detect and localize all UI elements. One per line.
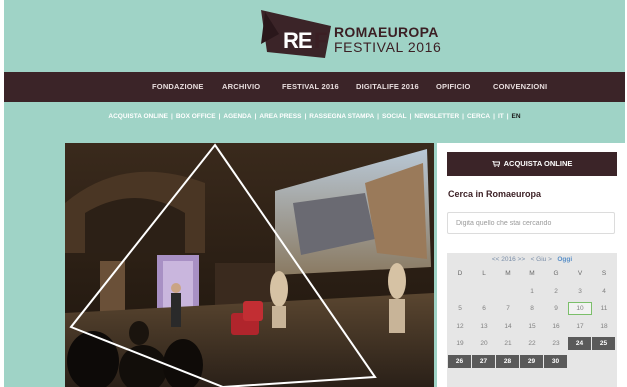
subnav-separator: | <box>462 113 464 120</box>
subnav-separator: | <box>304 113 307 120</box>
calendar-empty-cell <box>448 285 472 298</box>
calendar-prev-year[interactable]: << <box>492 256 500 263</box>
subnav-agenda[interactable]: AGENDA <box>223 113 251 120</box>
calendar-day[interactable]: 15 <box>520 320 544 333</box>
nav-item-digitalife-2016[interactable]: DIGITALIFE 2016 <box>356 82 419 91</box>
calendar-day[interactable]: 22 <box>520 337 544 350</box>
nav-item-fondazione[interactable]: FONDAZIONE <box>152 82 204 91</box>
calendar-prev-month[interactable]: < <box>531 256 535 263</box>
calendar-next-year[interactable]: >> <box>518 256 526 263</box>
language-it[interactable]: IT <box>498 113 504 120</box>
calendar-day[interactable]: 12 <box>448 320 472 333</box>
calendar-day[interactable]: 16 <box>544 320 568 333</box>
page: RE F ROMAEUROPA FESTIVAL 2016 FONDAZIONE… <box>4 0 625 387</box>
buy-online-button[interactable]: ACQUISTA ONLINE <box>447 152 617 176</box>
nav-item-archivio[interactable]: ARCHIVIO <box>222 82 260 91</box>
subnav-separator: | <box>493 113 495 120</box>
calendar: << 2016 >> < Giu > Oggi DLMMGVS123456789… <box>447 253 617 387</box>
calendar-day[interactable]: 27 <box>472 355 496 368</box>
search-title: Cerca in Romaeuropa <box>448 189 542 199</box>
calendar-day[interactable]: 7 <box>496 302 520 315</box>
subnav-rassegna-stampa[interactable]: RASSEGNA STAMPA <box>309 113 374 120</box>
calendar-day[interactable]: 18 <box>592 320 616 333</box>
calendar-header: << 2016 >> < Giu > Oggi <box>447 253 617 266</box>
calendar-day[interactable]: 23 <box>544 337 568 350</box>
calendar-day[interactable]: 25 <box>592 337 616 351</box>
calendar-day[interactable]: 2 <box>544 285 568 298</box>
calendar-day[interactable]: 14 <box>496 320 520 333</box>
calendar-today-link[interactable]: Oggi <box>557 256 572 263</box>
nav-item-convenzioni[interactable]: CONVENZIONI <box>493 82 547 91</box>
calendar-day[interactable]: 29 <box>520 355 544 368</box>
sidebar: ACQUISTA ONLINE Cerca in Romaeuropa << 2… <box>437 143 625 387</box>
subnav-separator: | <box>218 113 221 120</box>
calendar-day[interactable]: 26 <box>448 355 472 368</box>
calendar-day[interactable]: 8 <box>520 302 544 315</box>
calendar-weekday: M <box>529 270 535 277</box>
calendar-month: Giu <box>536 256 547 263</box>
subnav-area-press[interactable]: AREA PRESS <box>259 113 301 120</box>
calendar-year: 2016 <box>501 256 516 263</box>
calendar-day[interactable]: 20 <box>472 337 496 350</box>
calendar-week-row: 19 20 21 22 23 24 25 <box>447 337 617 351</box>
calendar-weekday: S <box>601 270 607 277</box>
logo-subtitle: FESTIVAL 2016 <box>334 39 442 55</box>
calendar-weekday: L <box>482 270 486 277</box>
calendar-weekday-row: DLMMGVS <box>447 267 617 280</box>
calendar-next-month[interactable]: > <box>548 256 552 263</box>
calendar-day[interactable]: 3 <box>568 285 592 298</box>
logo-name: ROMAEUROPA <box>334 24 439 40</box>
logo-mark-f: F <box>314 28 328 53</box>
calendar-day[interactable]: 10 <box>568 302 592 316</box>
hero-image[interactable] <box>65 143 434 387</box>
calendar-day[interactable]: 9 <box>544 302 568 315</box>
calendar-day[interactable]: 5 <box>448 302 472 315</box>
calendar-day[interactable]: 4 <box>592 285 616 298</box>
subnav-box-office[interactable]: BOX OFFICE <box>176 113 216 120</box>
logo-mark-re: RE <box>283 28 313 53</box>
subnav-newsletter[interactable]: NEWSLETTER <box>414 113 459 120</box>
main-nav: FONDAZIONE ARCHIVIO FESTIVAL 2016 DIGITA… <box>4 72 625 102</box>
subnav-acquista-online[interactable]: ACQUISTA ONLINE <box>108 113 168 120</box>
calendar-day[interactable]: 17 <box>568 320 592 333</box>
calendar-day[interactable]: 30 <box>544 355 568 368</box>
calendar-day[interactable]: 21 <box>496 337 520 350</box>
subnav-separator: | <box>171 113 173 120</box>
calendar-week-row: 5 6 7 8 9 10 11 <box>447 302 617 316</box>
calendar-weekday: D <box>457 270 463 277</box>
secondary-nav: ACQUISTA ONLINE | BOX OFFICE | AGENDA | AREA P… <box>4 113 625 127</box>
subnav-social[interactable]: SOCIAL <box>382 113 407 120</box>
calendar-day[interactable]: 28 <box>496 355 520 368</box>
language-en[interactable]: EN <box>512 113 521 120</box>
calendar-weekday: M <box>505 270 511 277</box>
site-header: RE F ROMAEUROPA FESTIVAL 2016 <box>4 0 625 72</box>
search-input[interactable] <box>447 212 615 234</box>
calendar-empty-cell <box>472 285 496 298</box>
calendar-empty-cell <box>568 355 592 368</box>
calendar-day[interactable]: 1 <box>520 285 544 298</box>
nav-item-festival-2016[interactable]: FESTIVAL 2016 <box>282 82 339 91</box>
calendar-week-row: 26 27 28 29 30 <box>447 355 617 368</box>
cart-icon <box>491 161 500 167</box>
calendar-day[interactable]: 11 <box>592 302 616 315</box>
stage-photo-illustration <box>65 143 434 387</box>
calendar-weekday: V <box>577 270 583 277</box>
subnav-cerca[interactable]: CERCA <box>467 113 490 120</box>
calendar-day[interactable]: 24 <box>568 337 592 351</box>
subnav-separator: | <box>506 113 509 120</box>
subnav-separator: | <box>377 113 379 120</box>
calendar-empty-cell <box>592 355 616 368</box>
calendar-day[interactable]: 6 <box>472 302 496 315</box>
calendar-empty-cell <box>496 285 520 298</box>
nav-item-opificio[interactable]: OPIFICIO <box>436 82 471 91</box>
festival-logo[interactable]: RE F ROMAEUROPA FESTIVAL 2016 <box>257 8 457 64</box>
subnav-separator: | <box>409 113 412 120</box>
subnav-separator: | <box>254 113 257 120</box>
calendar-day[interactable]: 19 <box>448 337 472 350</box>
calendar-week-row: 1234 <box>447 285 617 298</box>
calendar-weekday: G <box>553 270 559 277</box>
buy-online-label: ACQUISTA ONLINE <box>503 159 573 168</box>
calendar-day[interactable]: 13 <box>472 320 496 333</box>
calendar-week-row: 12 13 14 15 16 17 18 <box>447 320 617 333</box>
